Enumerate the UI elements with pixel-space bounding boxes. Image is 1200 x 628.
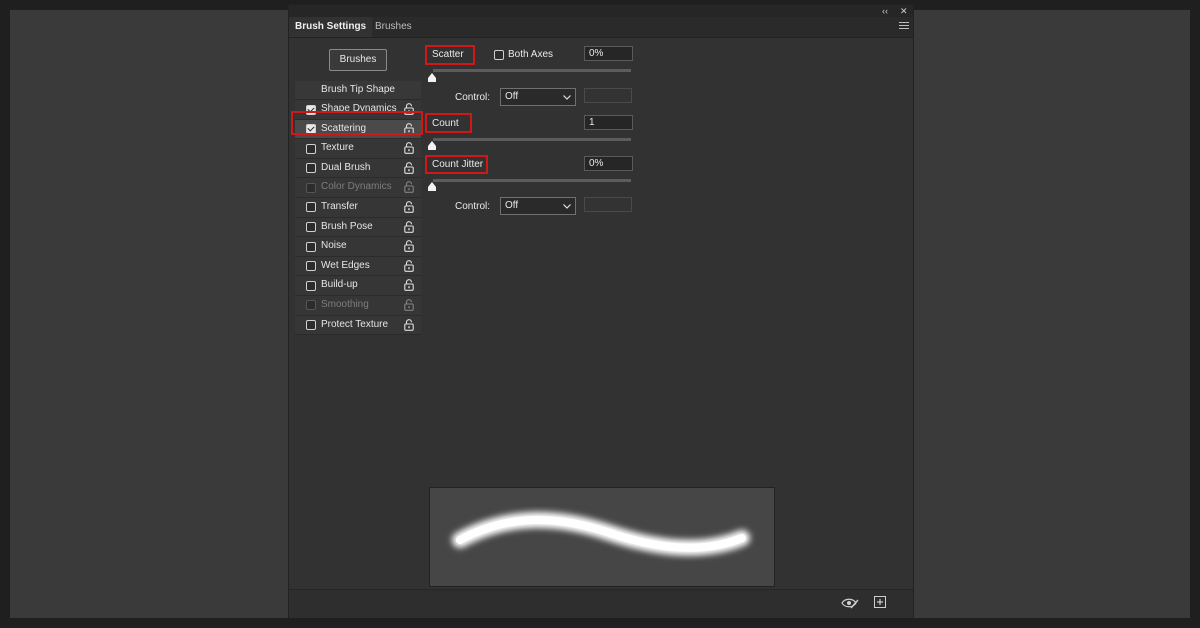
lock-icon[interactable] [404,201,414,213]
color-dynamics-label: Color Dynamics [321,181,392,193]
scatter-control-extra-field [584,88,632,103]
noise-checkbox[interactable] [306,241,316,252]
scatter-value-field[interactable]: 0% [584,46,633,61]
wet-edges-label: Wet Edges [321,259,370,271]
count-jitter-control-extra-field [584,197,632,212]
panel-menu-icon[interactable] [899,22,909,31]
list-item-wet-edges[interactable]: Wet Edges [295,256,421,277]
left-backdrop [10,10,288,618]
count-jitter-control-label: Control: [455,201,491,212]
list-item-brush-pose[interactable]: Brush Pose [295,217,421,238]
count-jitter-slider-thumb[interactable] [427,182,437,192]
lock-icon[interactable] [404,142,414,155]
both-axes-label: Both Axes [508,49,554,60]
collapse-panel-icon[interactable]: ‹‹ [882,5,888,17]
transfer-checkbox[interactable] [306,202,316,213]
scatter-control-label: Control: [455,92,491,103]
color-dynamics-checkbox [306,182,316,193]
scatter-control-value: Off [505,91,519,102]
lock-icon[interactable] [404,279,414,292]
scatter-label: Scatter [432,49,464,60]
list-item-smoothing[interactable]: Smoothing [295,295,421,316]
toggle-live-tip-preview-icon[interactable] [841,596,859,610]
build-up-label: Build-up [321,279,358,291]
scatter-slider-thumb[interactable] [427,73,437,83]
list-item-transfer[interactable]: Transfer [295,197,421,218]
tab-brush-settings[interactable]: Brush Settings [289,17,373,37]
both-axes-checkbox[interactable] [494,50,504,60]
create-new-brush-icon[interactable] [874,596,886,608]
protect-texture-checkbox[interactable] [306,320,316,331]
chevron-down-icon [563,204,571,209]
build-up-checkbox[interactable] [306,280,316,291]
brush-pose-label: Brush Pose [321,220,373,232]
close-panel-icon[interactable]: ✕ [900,5,908,17]
count-jitter-slider[interactable] [433,179,631,182]
tab-bar: Brush Settings Brushes [289,17,913,38]
lock-icon[interactable] [404,318,414,331]
lock-icon[interactable] [404,161,414,174]
lock-icon[interactable] [404,259,414,272]
count-slider[interactable] [433,138,631,141]
panel-footer [289,589,913,618]
dual-brush-checkbox[interactable] [306,163,316,174]
chevron-down-icon [563,95,571,100]
brush-settings-panel: ‹‹ ✕ Brush Settings Brushes Brushes Brus… [288,4,914,618]
list-item-color-dynamics[interactable]: Color Dynamics [295,178,421,198]
smoothing-checkbox [306,300,316,311]
lock-icon[interactable] [404,181,414,194]
count-jitter-value-field[interactable]: 0% [584,156,633,171]
count-jitter-label: Count Jitter [432,159,484,170]
transfer-label: Transfer [321,200,358,212]
count-slider-thumb[interactable] [427,141,437,151]
lock-icon[interactable] [404,220,414,233]
panel-top-strip: ‹‹ ✕ [289,5,913,17]
count-jitter-control-value: Off [505,200,519,211]
texture-checkbox[interactable] [306,143,316,154]
list-item-dual-brush[interactable]: Dual Brush [295,158,421,179]
scatter-control-select[interactable]: Off [500,88,576,106]
brush-stroke-image [452,511,750,556]
lock-icon[interactable] [404,240,414,253]
brush-stroke-preview [429,487,775,587]
list-item-noise[interactable]: Noise [295,237,421,257]
lock-icon[interactable] [404,299,414,311]
smoothing-label: Smoothing [321,298,369,310]
list-item-protect-texture[interactable]: Protect Texture [295,315,421,336]
protect-texture-label: Protect Texture [321,318,389,330]
brushes-button[interactable]: Brushes [329,49,387,71]
scatter-slider[interactable] [433,69,631,72]
scattering-highlight [291,111,423,135]
dual-brush-label: Dual Brush [321,161,371,173]
count-label: Count [432,118,459,129]
count-jitter-control-select[interactable]: Off [500,197,576,215]
brush-pose-checkbox[interactable] [306,222,316,233]
list-item-texture[interactable]: Texture [295,139,421,159]
wet-edges-checkbox[interactable] [306,261,316,272]
brush-tip-shape-item[interactable]: Brush Tip Shape [295,81,421,100]
tab-brushes[interactable]: Brushes [369,17,418,37]
noise-label: Noise [321,240,347,252]
right-backdrop [912,10,1190,618]
list-item-build-up[interactable]: Build-up [295,276,421,296]
count-value-field[interactable]: 1 [584,115,633,130]
texture-label: Texture [321,142,354,154]
